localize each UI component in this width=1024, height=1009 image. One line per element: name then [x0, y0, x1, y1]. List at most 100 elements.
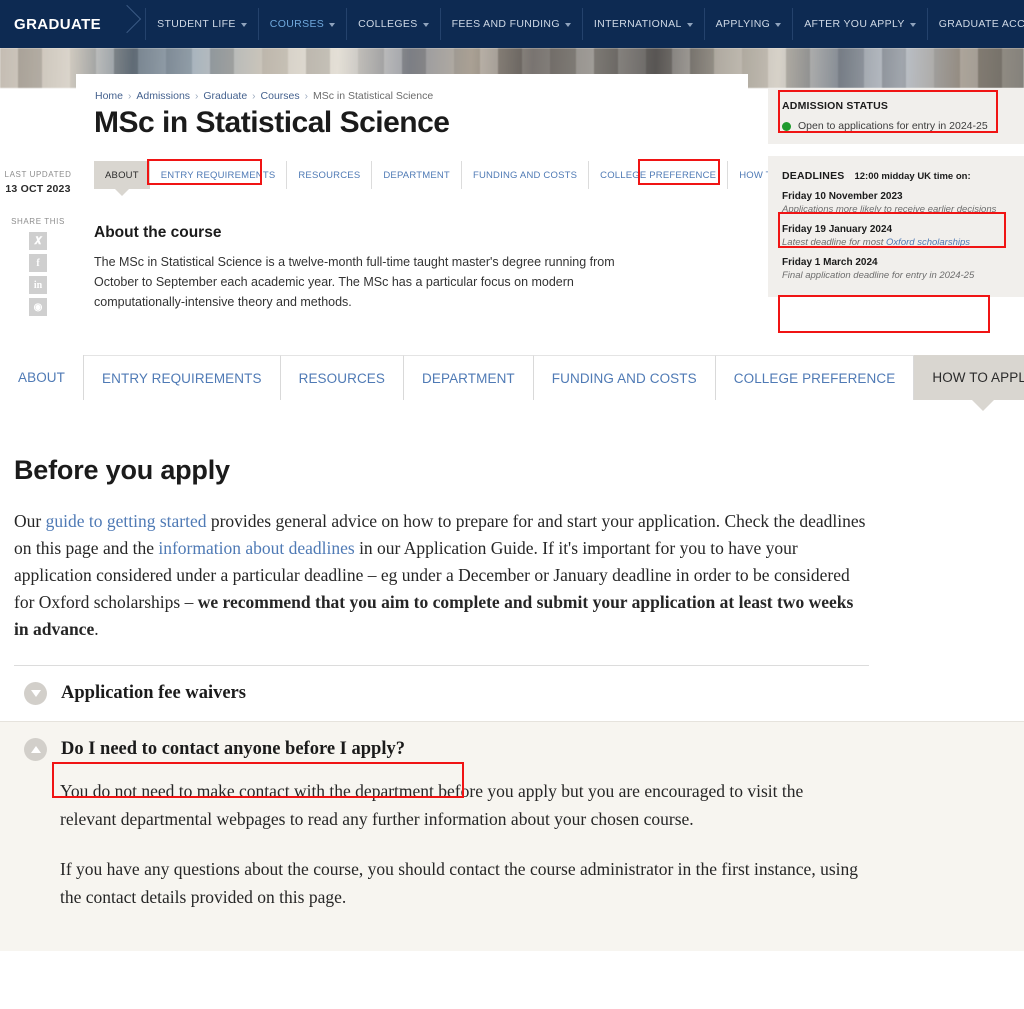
breadcrumb-item-graduate[interactable]: Graduate	[203, 90, 247, 102]
course-tab-small-department[interactable]: DEPARTMENT	[372, 161, 462, 189]
course-header-card: Home › Admissions › Graduate › Courses › MSc in …	[76, 74, 812, 344]
deadlines-subheading: 12:00 midday UK time on:	[854, 171, 971, 182]
top-nav-item-graduate-access[interactable]: GRADUATE ACCESS	[926, 8, 1024, 40]
course-tab-row-small: ABOUT ENTRY REQUIREMENTS RESOURCES DEPARTME…	[94, 161, 823, 196]
status-dot-icon	[782, 121, 791, 131]
course-info-sidebar: ADMISSION STATUS Open to applications fo…	[768, 88, 1024, 297]
accordion-body: You do not need to make contact with the…	[0, 777, 860, 951]
admission-status-row: Open to applications for entry in 2024-2…	[782, 120, 1010, 132]
top-nav-item-label: GRADUATE ACCESS	[938, 18, 1024, 30]
deadline-item: Friday 1 March 2024 Final application dea…	[782, 257, 1010, 281]
intro-text-4: .	[94, 619, 99, 639]
page-title: MSc in Statistical Science	[94, 106, 450, 139]
course-tab-funding-and-costs[interactable]: FUNDING AND COSTS	[533, 355, 716, 400]
chevron-down-icon	[422, 22, 429, 27]
share-this-label: SHARE THIS	[11, 217, 65, 226]
admission-status-heading: ADMISSION STATUS	[782, 100, 889, 112]
course-tab-small-entry-requirements[interactable]: ENTRY REQUIREMENTS	[150, 161, 288, 189]
top-nav-items: STUDENT LIFE COURSES COLLEGES FEES AND FUND…	[145, 8, 1024, 40]
deadline-note: Applications more likely to receive earl…	[782, 204, 1010, 215]
course-tab-entry-requirements[interactable]: ENTRY REQUIREMENTS	[84, 355, 281, 400]
chevron-down-icon	[775, 22, 782, 27]
x-twitter-icon[interactable]: 𝑿	[29, 232, 47, 250]
intro-text-1: Our	[14, 511, 46, 531]
top-nav-item-label: COLLEGES	[358, 18, 418, 30]
accordion-header[interactable]: Application fee waivers	[0, 666, 1024, 721]
page-meta-sidebar: LAST UPDATED 13 OCT 2023 SHARE THIS 𝑿f in…	[0, 170, 76, 316]
top-nav-item-after-you-apply[interactable]: AFTER YOU APPLY	[792, 8, 927, 40]
deadline-date: Friday 1 March 2024	[782, 257, 878, 268]
triangle-glyph	[30, 690, 41, 697]
section-heading: Before you apply	[14, 455, 230, 485]
course-tab-small-resources[interactable]: RESOURCES	[287, 161, 373, 189]
top-nav-item-label: FEES AND FUNDING	[451, 18, 560, 30]
course-tab-college-preference[interactable]: COLLEGE PREFERENCE	[715, 355, 915, 400]
last-updated-label: LAST UPDATED	[4, 170, 72, 179]
accordion-list: Application fee waivers Do I need to cont…	[0, 666, 1024, 951]
breadcrumb-item-msc-in-statistical-science: MSc in Statistical Science	[312, 90, 434, 102]
oxford-scholarships-link[interactable]: Oxford scholarships	[886, 237, 970, 248]
accordion-title: Do I need to contact anyone before I app…	[61, 739, 405, 759]
course-tab-department[interactable]: DEPARTMENT	[404, 355, 534, 400]
deadline-date: Friday 10 November 2023	[782, 191, 903, 202]
chevron-down-icon	[329, 22, 336, 27]
course-tab-small-college-preference[interactable]: COLLEGE PREFERENCE	[589, 161, 729, 189]
course-tab-small-funding-and-costs[interactable]: FUNDING AND COSTS	[462, 161, 590, 189]
triangle-glyph	[30, 746, 41, 753]
breadcrumb-separator-icon: ›	[128, 91, 132, 102]
course-tab-about[interactable]: ABOUT	[0, 355, 85, 400]
top-nav-item-colleges[interactable]: COLLEGES	[346, 8, 439, 40]
breadcrumb-item-home[interactable]: Home	[95, 90, 123, 102]
top-nav-item-fees-and-funding[interactable]: FEES AND FUNDING	[439, 8, 582, 40]
chevron-up-icon[interactable]	[24, 738, 47, 761]
deadline-item: Friday 10 November 2023 Applications more…	[782, 191, 1010, 215]
top-nav-item-applying[interactable]: APPLYING	[703, 8, 793, 40]
breadcrumb-separator-icon: ›	[252, 91, 256, 102]
admission-status-panel: ADMISSION STATUS Open to applications fo…	[768, 88, 1024, 144]
top-nav-item-courses[interactable]: COURSES	[257, 8, 346, 40]
course-tab-resources[interactable]: RESOURCES	[280, 355, 405, 400]
deadline-note: Latest deadline for most Oxford scholars…	[782, 237, 1010, 248]
about-the-course-heading: About the course	[94, 224, 222, 241]
accordion-item: Application fee waivers	[0, 666, 1024, 721]
deadline-item: Friday 19 January 2024 Latest deadline fo…	[782, 224, 1010, 248]
top-nav-item-student-life[interactable]: STUDENT LIFE	[145, 8, 258, 40]
about-the-course-body: The MSc in Statistical Science is a twel…	[94, 255, 615, 309]
deadline-note-text: Applications more likely to receive earl…	[782, 204, 997, 215]
accordion-paragraph: If you have any questions about the cour…	[60, 859, 859, 907]
deadline-note: Final application deadline for entry in …	[782, 270, 1010, 281]
top-nav-item-label: COURSES	[269, 18, 325, 30]
reddit-icon[interactable]: ◉	[29, 298, 47, 316]
deadlines-list: Friday 10 November 2023 Applications more…	[782, 191, 1010, 281]
top-nav-item-international[interactable]: INTERNATIONAL	[581, 8, 704, 40]
annotation-deadline-march	[778, 295, 990, 333]
accordion-header[interactable]: Do I need to contact anyone before I app…	[0, 721, 1024, 777]
facebook-icon[interactable]: f	[29, 254, 47, 272]
deadlines-header: DEADLINES 12:00 midday UK time on:	[782, 170, 1010, 182]
deadline-date: Friday 19 January 2024	[782, 224, 893, 235]
top-nav-item-label: APPLYING	[715, 18, 771, 30]
linkedin-icon[interactable]: in	[29, 276, 47, 294]
breadcrumb: Home › Admissions › Graduate › Courses › MSc in …	[95, 90, 433, 102]
top-nav-item-label: STUDENT LIFE	[157, 18, 236, 30]
chevron-right-icon	[111, 0, 145, 48]
information-about-deadlines-link[interactable]: information about deadlines	[158, 538, 354, 558]
top-navigation-bar: GRADUATE STUDENT LIFE COURSES COLLEGES FEES…	[0, 0, 1024, 48]
breadcrumb-item-courses[interactable]: Courses	[261, 90, 300, 102]
graduate-brand-logo[interactable]: GRADUATE	[0, 16, 111, 33]
chevron-down-icon	[686, 22, 693, 27]
breadcrumb-item-admissions[interactable]: Admissions	[136, 90, 190, 102]
top-nav-item-label: INTERNATIONAL	[593, 18, 682, 30]
main-content: Before you apply Our guide to getting st…	[0, 455, 1024, 951]
share-icons-list: 𝑿f in ◉	[0, 232, 76, 316]
course-tab-small-about[interactable]: ABOUT	[94, 161, 150, 196]
breadcrumb-separator-icon: ›	[304, 91, 308, 102]
accordion-title: Application fee waivers	[61, 683, 246, 703]
chevron-down-icon[interactable]	[24, 682, 47, 705]
deadline-note-text: Latest deadline for most	[782, 237, 887, 248]
course-tab-how-to-apply[interactable]: HOW TO APPLY	[914, 355, 1024, 411]
guide-to-getting-started-link[interactable]: guide to getting started	[46, 511, 207, 531]
accordion-paragraph: You do not need to make contact with the…	[60, 781, 804, 829]
deadlines-heading: DEADLINES	[782, 170, 845, 182]
breadcrumb-separator-icon: ›	[195, 91, 199, 102]
